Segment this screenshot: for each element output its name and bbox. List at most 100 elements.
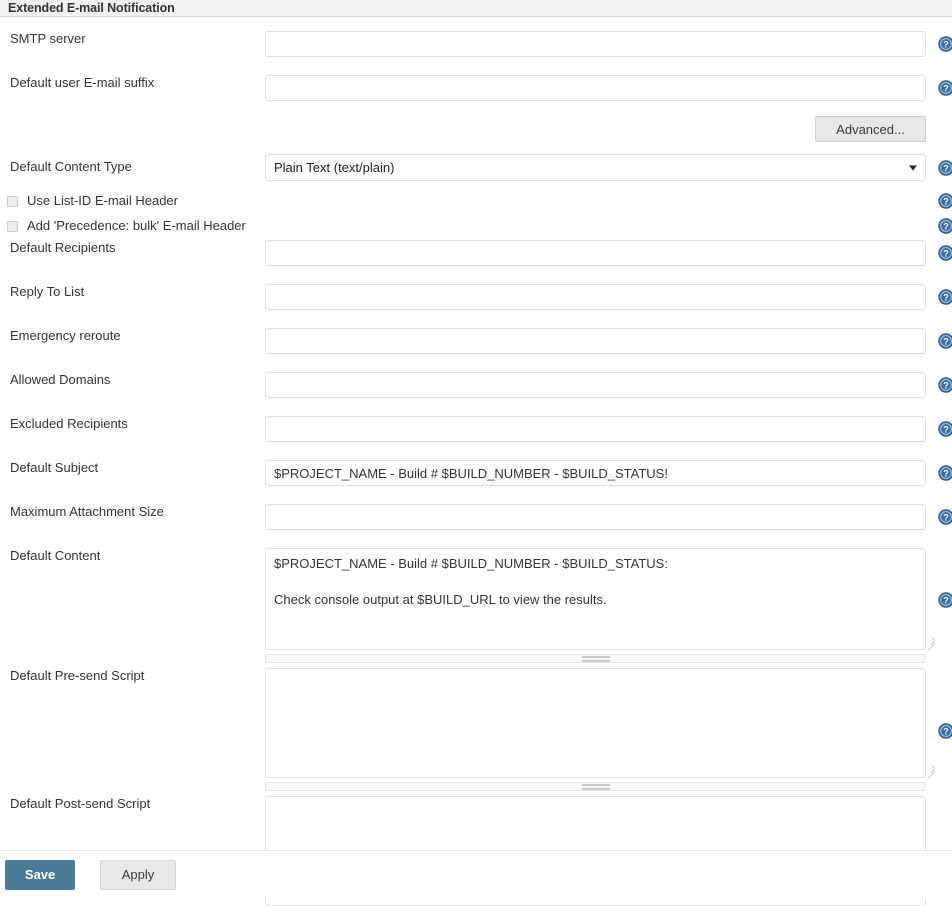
help-icon[interactable]: ? — [938, 509, 952, 525]
resize-grip-icon — [925, 763, 935, 779]
maximum-attachment-size-input[interactable] — [265, 504, 926, 530]
checkbox-precedence-bulk[interactable]: Add 'Precedence: bulk' E-mail Header — [0, 218, 265, 234]
form-row-default-recipients: Default Recipients ? — [0, 240, 952, 266]
default-pre-send-script-textarea[interactable] — [265, 668, 926, 778]
svg-text:?: ? — [943, 513, 949, 523]
field-reply-to-list — [265, 284, 938, 310]
checkbox-precedence-bulk-box[interactable] — [7, 220, 18, 232]
label-post-send-script: Default Post-send Script — [10, 796, 151, 811]
help-cell-smtp-server: ? — [938, 31, 952, 52]
svg-text:?: ? — [943, 337, 949, 347]
form-row-pre-send-script: Default Pre-send Script ? — [0, 668, 952, 779]
svg-text:?: ? — [943, 222, 949, 232]
help-cell-pre-send-script: ? — [938, 668, 952, 739]
help-cell-emergency-reroute: ? — [938, 328, 952, 349]
label-default-content: Default Content — [10, 548, 101, 563]
help-icon[interactable]: ? — [938, 289, 952, 305]
svg-text:?: ? — [943, 164, 949, 174]
help-icon[interactable]: ? — [938, 245, 952, 261]
svg-text:?: ? — [943, 249, 949, 259]
form-row-allowed-domains: Allowed Domains ? — [0, 372, 952, 398]
default-user-email-suffix-input[interactable] — [265, 75, 926, 101]
help-icon[interactable]: ? — [938, 193, 952, 209]
field-max-attachment-size — [265, 504, 938, 530]
help-icon[interactable]: ? — [938, 80, 952, 96]
textarea-resize-handle[interactable] — [265, 782, 926, 791]
apply-button[interactable]: Apply — [100, 859, 176, 890]
help-cell-excluded-recipients: ? — [938, 416, 952, 437]
help-icon[interactable]: ? — [938, 36, 952, 52]
label-allowed-domains: Allowed Domains — [10, 372, 111, 387]
label-max-attachment-size: Maximum Attachment Size — [10, 504, 164, 519]
checkbox-precedence-bulk-label: Add 'Precedence: bulk' E-mail Header — [27, 218, 246, 233]
chevron-down-icon — [909, 165, 917, 170]
help-icon[interactable]: ? — [938, 465, 952, 481]
field-emergency-reroute — [265, 328, 938, 354]
svg-text:?: ? — [943, 469, 949, 479]
allowed-domains-input[interactable] — [265, 372, 926, 398]
default-content-type-value: Plain Text (text/plain) — [274, 160, 395, 175]
field-presend-dragbar — [265, 782, 938, 791]
help-icon[interactable]: ? — [938, 218, 952, 234]
help-cell-reply-to-list: ? — [938, 284, 952, 305]
svg-text:?: ? — [943, 40, 949, 50]
help-icon[interactable]: ? — [938, 377, 952, 393]
help-cell-default-content: ? — [938, 548, 952, 608]
form-row-advanced: Advanced... — [0, 116, 952, 142]
label-default-subject: Default Subject — [10, 460, 99, 475]
form-row-email-suffix: Default user E-mail suffix ? — [0, 75, 952, 101]
field-default-subject — [265, 460, 938, 486]
help-icon[interactable]: ? — [938, 723, 952, 739]
form-row-default-content: Default Content ? — [0, 548, 952, 651]
default-recipients-input[interactable] — [265, 240, 926, 266]
form-row-list-id-header: Use List-ID E-mail Header ? — [0, 193, 952, 209]
help-icon[interactable]: ? — [938, 333, 952, 349]
label-default-recipients: Default Recipients — [10, 240, 116, 255]
form-row-excluded-recipients: Excluded Recipients ? — [0, 416, 952, 442]
help-icon[interactable]: ? — [938, 592, 952, 608]
form-row-default-subject: Default Subject ? — [0, 460, 952, 486]
page-title: Extended E-mail Notification — [8, 1, 175, 15]
label-reply-to-list: Reply To List — [10, 284, 85, 299]
svg-text:?: ? — [943, 293, 949, 303]
default-content-type-select[interactable]: Plain Text (text/plain) — [265, 154, 926, 181]
save-button[interactable]: Save — [5, 859, 75, 890]
label-content-type: Default Content Type — [10, 159, 132, 174]
form-row-content-dragbar — [0, 654, 952, 663]
checkbox-use-list-id-box[interactable] — [7, 195, 18, 207]
advanced-button[interactable]: Advanced... — [815, 116, 926, 142]
field-excluded-recipients — [265, 416, 938, 442]
form-row-max-attachment-size: Maximum Attachment Size ? — [0, 504, 952, 530]
help-icon[interactable]: ? — [938, 160, 952, 176]
form-row-smtp-server: SMTP server ? — [0, 31, 952, 57]
field-default-recipients — [265, 240, 938, 266]
label-email-suffix: Default user E-mail suffix — [10, 75, 155, 90]
field-advanced: Advanced... — [265, 116, 926, 142]
emergency-reroute-input[interactable] — [265, 328, 926, 354]
help-cell-default-subject: ? — [938, 460, 952, 481]
checkbox-use-list-id[interactable]: Use List-ID E-mail Header — [0, 193, 265, 209]
section-header: Extended E-mail Notification — [0, 0, 952, 17]
help-cell-precedence-bulk: ? — [938, 218, 952, 234]
excluded-recipients-input[interactable] — [265, 416, 926, 442]
form-row-reply-to-list: Reply To List ? — [0, 284, 952, 310]
label-excluded-recipients: Excluded Recipients — [10, 416, 128, 431]
default-subject-input[interactable] — [265, 460, 926, 486]
reply-to-list-input[interactable] — [265, 284, 926, 310]
form-row-content-type: Default Content Type Plain Text (text/pl… — [0, 154, 952, 181]
svg-text:?: ? — [943, 84, 949, 94]
help-icon[interactable]: ? — [938, 421, 952, 437]
svg-text:?: ? — [943, 425, 949, 435]
help-cell-max-attachment-size: ? — [938, 504, 952, 525]
textarea-resize-handle[interactable] — [265, 654, 926, 663]
email-notification-form: SMTP server ? Default user E-mail suffix… — [0, 31, 952, 906]
smtp-server-input[interactable] — [265, 31, 926, 57]
label-smtp-server: SMTP server — [10, 31, 86, 46]
field-pre-send-script — [265, 668, 938, 779]
help-cell-allowed-domains: ? — [938, 372, 952, 393]
svg-text:?: ? — [943, 727, 949, 737]
checkbox-use-list-id-label: Use List-ID E-mail Header — [27, 193, 178, 208]
field-allowed-domains — [265, 372, 938, 398]
svg-text:?: ? — [943, 381, 949, 391]
default-content-textarea[interactable] — [265, 548, 926, 650]
